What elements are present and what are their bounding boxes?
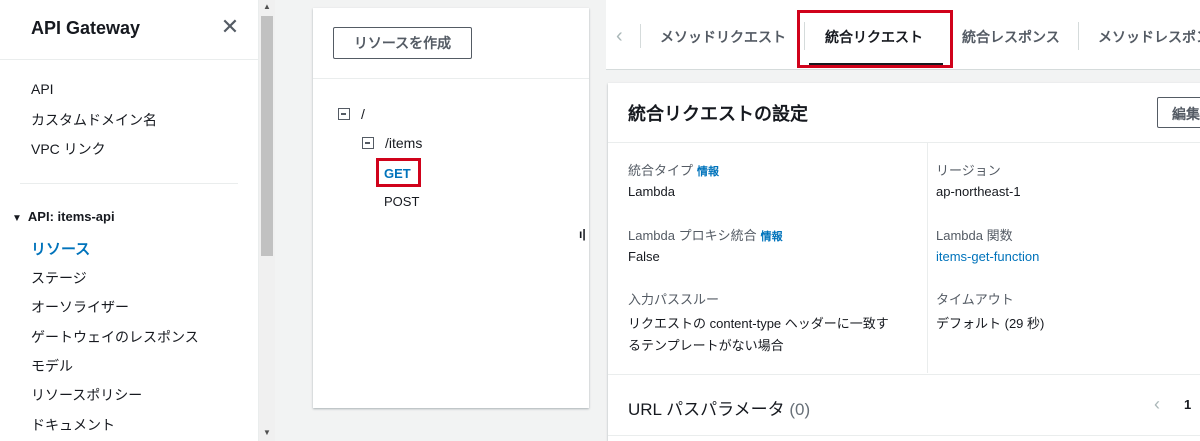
chevron-left-icon[interactable]: ‹ — [616, 25, 623, 48]
region-label: リージョン — [936, 163, 1001, 178]
create-resource-button[interactable]: リソースを作成 — [333, 27, 472, 59]
info-link[interactable]: 情報 — [761, 231, 783, 243]
tree-node-items[interactable]: /items — [362, 135, 422, 151]
passthrough-value-line1: リクエストの content-type ヘッダーに一致す — [628, 316, 889, 331]
scroll-up-icon[interactable]: ▲ — [262, 2, 272, 11]
collapse-icon[interactable] — [362, 137, 374, 149]
tree-node-label: / — [361, 106, 365, 122]
chevron-left-icon[interactable]: ‹ — [1154, 394, 1160, 415]
url-params-title: URL パスパラメータ (0) — [628, 395, 810, 420]
url-params-title-text: URL パスパラメータ — [628, 400, 785, 419]
sidebar-item-stages[interactable]: ステージ — [31, 268, 87, 288]
caret-down-icon: ▼ — [12, 213, 22, 224]
sidebar-item-gateway-responses[interactable]: ゲートウェイのレスポンス — [31, 327, 199, 347]
sidebar-header: API Gateway ✕ — [0, 0, 258, 60]
scroll-down-icon[interactable]: ▼ — [262, 428, 272, 437]
card-title: 統合リクエストの設定 — [628, 104, 808, 124]
tab-integration-response[interactable]: 統合レスポンス — [962, 27, 1060, 47]
passthrough-value-line2: るテンプレートがない場合 — [628, 338, 784, 353]
passthrough-label: 入力パススルー — [628, 292, 720, 307]
tree-node-label: /items — [385, 135, 423, 151]
region-value: ap-northeast-1 — [936, 184, 1021, 199]
sidebar-item-authorizers[interactable]: オーソライザー — [31, 297, 129, 317]
lambda-function-link[interactable]: items-get-function — [936, 249, 1039, 264]
tree-node-root[interactable]: / — [338, 106, 365, 122]
collapse-icon[interactable] — [338, 108, 350, 120]
sidebar-item-resource-policy[interactable]: リソースポリシー — [31, 385, 142, 405]
sidebar-item-documentation[interactable]: ドキュメント — [31, 415, 115, 435]
sidebar-item-models[interactable]: モデル — [31, 356, 73, 376]
method-get[interactable]: GET — [384, 166, 411, 181]
url-params-count: (0) — [789, 400, 811, 419]
sidebar-title: API Gateway — [31, 18, 141, 38]
integration-type-label-text: 統合タイプ — [628, 163, 694, 178]
integration-type-value: Lambda — [628, 184, 675, 199]
sidebar-section-api[interactable]: ▼ API: items-api — [12, 209, 115, 224]
sidebar-section-label: API: items-api — [27, 209, 115, 224]
pager-page-number[interactable]: 1 — [1184, 397, 1191, 412]
sidebar-scrollbar[interactable]: ▲ ▼ — [259, 0, 275, 441]
column-divider — [927, 143, 928, 373]
tab-bar: ‹ メソッドリクエスト 統合リクエスト 統合レスポンス メソッドレスポンス — [606, 0, 1200, 70]
sidebar-item-custom-domain[interactable]: カスタムドメイン名 — [31, 110, 157, 130]
card-header: 統合リクエストの設定 編集 — [608, 83, 1200, 143]
tab-method-request[interactable]: メソッドリクエスト — [660, 27, 786, 47]
timeout-value: デフォルト (29 秒) — [936, 316, 1045, 331]
timeout-label: タイムアウト — [936, 292, 1014, 307]
info-link[interactable]: 情報 — [697, 166, 719, 178]
sidebar: API Gateway ✕ API カスタムドメイン名 VPC リンク ▼ API… — [0, 0, 259, 441]
integration-settings-card: 統合リクエストの設定 編集 統合タイプ 情報 Lambda リージョン ap-no… — [608, 83, 1200, 441]
method-post[interactable]: POST — [384, 194, 419, 209]
tab-highlight-box — [797, 10, 953, 68]
lambda-proxy-value: False — [628, 249, 660, 264]
sidebar-divider — [20, 183, 238, 184]
tab-method-response[interactable]: メソッドレスポンス — [1098, 27, 1200, 47]
edit-button[interactable]: 編集 — [1157, 97, 1200, 128]
resource-panel: リソースを作成 / /items GET POST — [313, 8, 589, 408]
sidebar-item-api[interactable]: API — [31, 81, 54, 97]
panel-resize-handle[interactable]: ı| — [579, 227, 586, 241]
scrollbar-thumb[interactable] — [261, 16, 273, 256]
lambda-function-label: Lambda 関数 — [936, 228, 1013, 243]
lambda-proxy-label: Lambda プロキシ統合 情報 — [628, 225, 783, 244]
lambda-proxy-label-text: Lambda プロキシ統合 — [628, 228, 757, 243]
tab-divider — [640, 24, 641, 48]
section-divider — [608, 435, 1200, 436]
tab-divider — [1078, 22, 1079, 50]
resource-toolbar: リソースを作成 — [313, 8, 589, 79]
integration-type-label: 統合タイプ 情報 — [628, 160, 719, 179]
sidebar-item-resources[interactable]: リソース — [31, 238, 90, 259]
sidebar-item-vpc-link[interactable]: VPC リンク — [31, 139, 106, 159]
section-divider — [608, 374, 1200, 375]
close-icon[interactable]: ✕ — [220, 16, 240, 38]
